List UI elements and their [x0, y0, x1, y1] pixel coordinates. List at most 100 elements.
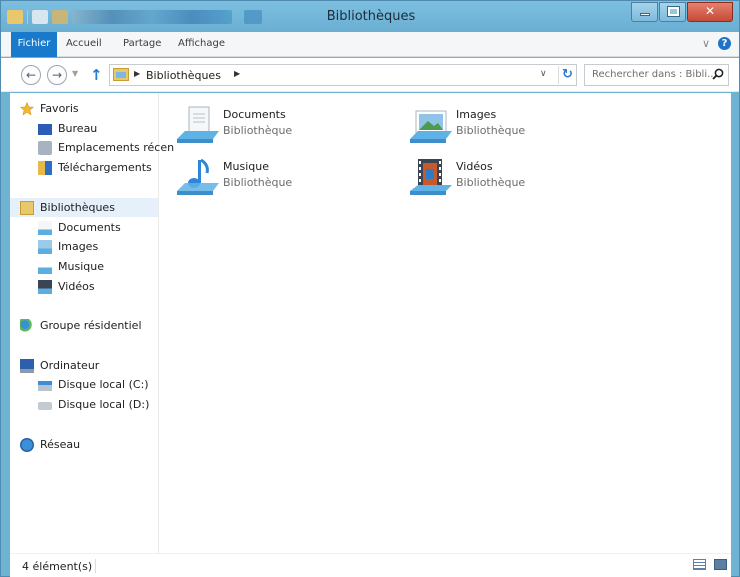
- maximize-icon: [667, 6, 680, 17]
- refresh-icon[interactable]: ↻: [558, 66, 576, 84]
- address-bar[interactable]: ▶ Bibliothèques ▶ ∨ ↻: [109, 64, 577, 86]
- properties-icon[interactable]: [32, 10, 48, 24]
- library-type: Bibliothèque: [456, 124, 526, 137]
- view-switcher: [693, 559, 727, 570]
- nav-label: Réseau: [40, 438, 81, 451]
- large-icons-view-icon[interactable]: [714, 559, 727, 570]
- images-icon: [38, 239, 52, 254]
- nav-label: Groupe résidentiel: [40, 319, 142, 332]
- up-arrow-icon[interactable]: ↑: [90, 66, 103, 84]
- nav-label: Documents: [58, 221, 121, 234]
- search-icon[interactable]: [712, 68, 724, 80]
- close-button[interactable]: ✕: [687, 2, 733, 22]
- breadcrumb-bibliotheques[interactable]: Bibliothèques: [146, 69, 221, 82]
- images-library-icon: [410, 110, 452, 143]
- computer-icon: [20, 358, 34, 373]
- nav-documents[interactable]: Documents: [38, 218, 186, 237]
- help-icon[interactable]: ?: [718, 37, 731, 50]
- drive-icon: [38, 402, 52, 410]
- videos-library-icon: [410, 159, 452, 195]
- content-area: Favoris Bureau Emplacements récen Téléch…: [10, 93, 731, 553]
- desktop-icon: [38, 123, 52, 135]
- nav-label: Emplacements récen: [58, 141, 175, 154]
- tab-accueil[interactable]: Accueil: [66, 38, 102, 49]
- back-button[interactable]: ←: [21, 65, 41, 85]
- documents-library-icon: [177, 106, 219, 143]
- ribbon-right-controls: ∨ ?: [702, 37, 731, 50]
- arrow-right-icon: →: [51, 68, 63, 82]
- title-bar[interactable]: Bibliothèques ✕: [1, 1, 739, 32]
- nav-label: Disque local (D:): [58, 398, 150, 411]
- explorer-window: Bibliothèques ✕ Fichier Accueil Partage …: [0, 0, 740, 577]
- nav-reseau[interactable]: Réseau: [20, 435, 168, 454]
- window-controls: ✕: [631, 2, 733, 22]
- address-row: ← → ▼ ↑ ▶ Bibliothèques ▶ ∨ ↻ Rechercher…: [1, 58, 739, 92]
- library-name: Images: [456, 108, 497, 121]
- recent-places-icon: [38, 140, 52, 155]
- library-item-musique[interactable]: Musique Bibliothèque: [175, 157, 395, 203]
- nav-label: Images: [58, 240, 99, 253]
- nav-emplacements-recents[interactable]: Emplacements récen: [38, 138, 186, 157]
- status-separator: [95, 559, 96, 573]
- breadcrumb-arrow-icon[interactable]: ▶: [234, 69, 240, 78]
- recent-locations-icon[interactable]: ▼: [72, 69, 78, 78]
- chevron-down-icon[interactable]: ∨: [702, 37, 710, 50]
- library-name: Vidéos: [456, 160, 493, 173]
- nav-videos[interactable]: Vidéos: [38, 277, 186, 296]
- nav-label: Bibliothèques: [40, 201, 115, 214]
- nav-favoris[interactable]: Favoris: [20, 99, 168, 118]
- nav-disque-d[interactable]: Disque local (D:): [38, 395, 186, 414]
- status-bar: 4 élément(s): [10, 553, 731, 577]
- nav-disque-c[interactable]: Disque local (C:): [38, 375, 186, 394]
- documents-icon: [38, 220, 52, 235]
- new-folder-icon[interactable]: [52, 10, 68, 24]
- library-name: Musique: [223, 160, 269, 173]
- details-view-icon[interactable]: [693, 559, 706, 570]
- tab-fichier[interactable]: Fichier: [11, 32, 57, 57]
- search-input[interactable]: Rechercher dans : Bibli...: [584, 64, 729, 86]
- toolbar-separator: [27, 10, 28, 24]
- nav-groupe-residentiel[interactable]: Groupe résidentiel: [20, 316, 168, 335]
- tab-partage[interactable]: Partage: [123, 38, 161, 49]
- close-icon: ✕: [704, 4, 716, 18]
- nav-label: Bureau: [58, 122, 98, 135]
- item-count: 4 élément(s): [22, 560, 93, 573]
- nav-bibliotheques[interactable]: Bibliothèques: [10, 198, 158, 217]
- nav-label: Téléchargements: [58, 161, 152, 174]
- library-folder-icon: [20, 200, 34, 215]
- nav-label: Favoris: [40, 102, 79, 115]
- blurred-toolbar-region-2: [244, 10, 262, 24]
- maximize-button[interactable]: [659, 2, 686, 22]
- ribbon-tabs: Fichier Accueil Partage Affichage ∨ ?: [1, 32, 739, 57]
- nav-label: Musique: [58, 260, 104, 273]
- folder-icon[interactable]: [7, 10, 23, 24]
- tab-affichage[interactable]: Affichage: [178, 38, 225, 49]
- breadcrumb-arrow-icon[interactable]: ▶: [134, 69, 140, 78]
- library-item-videos[interactable]: Vidéos Bibliothèque: [408, 157, 628, 203]
- minimize-button[interactable]: [631, 2, 658, 22]
- nav-label: Vidéos: [58, 280, 95, 293]
- window-title: Bibliothèques: [326, 9, 416, 24]
- minimize-icon: [640, 13, 650, 16]
- network-icon: [20, 437, 34, 452]
- nav-images[interactable]: Images: [38, 237, 186, 256]
- nav-telechargements[interactable]: Téléchargements: [38, 158, 186, 177]
- nav-musique[interactable]: Musique: [38, 257, 186, 276]
- arrow-left-icon: ←: [25, 68, 37, 82]
- library-type: Bibliothèque: [223, 124, 293, 137]
- library-type: Bibliothèque: [456, 176, 526, 189]
- blurred-toolbar-region: [72, 10, 232, 24]
- nav-ordinateur[interactable]: Ordinateur: [20, 356, 168, 375]
- library-item-documents[interactable]: Documents Bibliothèque: [175, 105, 395, 151]
- nav-label: Disque local (C:): [58, 378, 149, 391]
- forward-button[interactable]: →: [47, 65, 67, 85]
- star-icon: [20, 101, 34, 116]
- library-folder-icon: [113, 68, 129, 81]
- nav-bureau[interactable]: Bureau: [38, 119, 186, 138]
- navigation-pane[interactable]: Favoris Bureau Emplacements récen Téléch…: [10, 93, 174, 553]
- address-dropdown-icon[interactable]: ∨: [540, 69, 547, 79]
- library-item-images[interactable]: Images Bibliothèque: [408, 105, 628, 151]
- nav-label: Ordinateur: [40, 359, 100, 372]
- music-icon: [38, 259, 52, 274]
- downloads-icon: [38, 160, 52, 175]
